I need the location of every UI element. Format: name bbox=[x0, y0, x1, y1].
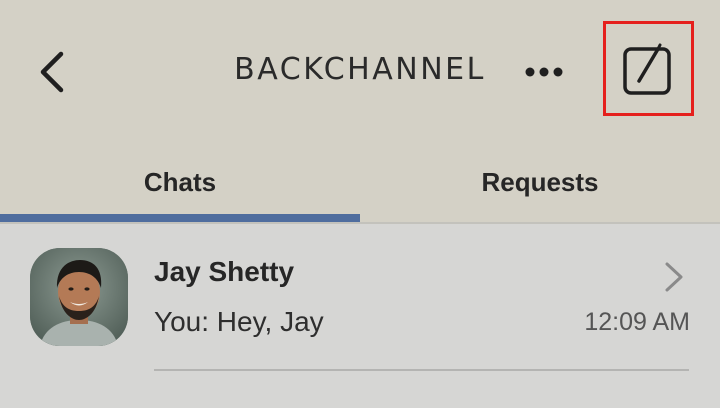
last-message-preview: You: Hey, Jay bbox=[154, 306, 324, 337]
avatar bbox=[30, 248, 128, 346]
top-bar: BACKCHANNEL bbox=[0, 0, 720, 140]
back-button[interactable] bbox=[28, 44, 76, 100]
more-horizontal-icon bbox=[525, 67, 563, 77]
compose-button[interactable] bbox=[618, 40, 678, 100]
tab-requests-label: Requests bbox=[481, 166, 599, 197]
chevron-right-icon bbox=[660, 260, 688, 294]
message-timestamp: 12:09 AM bbox=[584, 308, 690, 336]
app-header: BACKCHANNEL Chats Requests bbox=[0, 0, 720, 224]
tab-bar: Chats Requests bbox=[0, 140, 720, 224]
page-title: BACKCHANNEL bbox=[234, 52, 486, 87]
tab-requests[interactable]: Requests bbox=[360, 140, 720, 224]
tab-chats[interactable]: Chats bbox=[0, 140, 360, 224]
tab-chats-label: Chats bbox=[143, 166, 217, 197]
contact-name: Jay Shetty bbox=[154, 256, 295, 287]
chat-list-item[interactable]: Jay Shetty You: Hey, Jay 12:09 AM bbox=[0, 224, 720, 371]
more-options-button[interactable] bbox=[520, 52, 568, 92]
active-tab-indicator bbox=[0, 214, 360, 222]
chevron-left-icon bbox=[40, 51, 64, 93]
list-divider bbox=[154, 369, 689, 371]
compose-icon bbox=[623, 43, 671, 95]
avatar-photo bbox=[30, 248, 128, 346]
chat-list: Jay Shetty You: Hey, Jay 12:09 AM bbox=[0, 224, 720, 408]
